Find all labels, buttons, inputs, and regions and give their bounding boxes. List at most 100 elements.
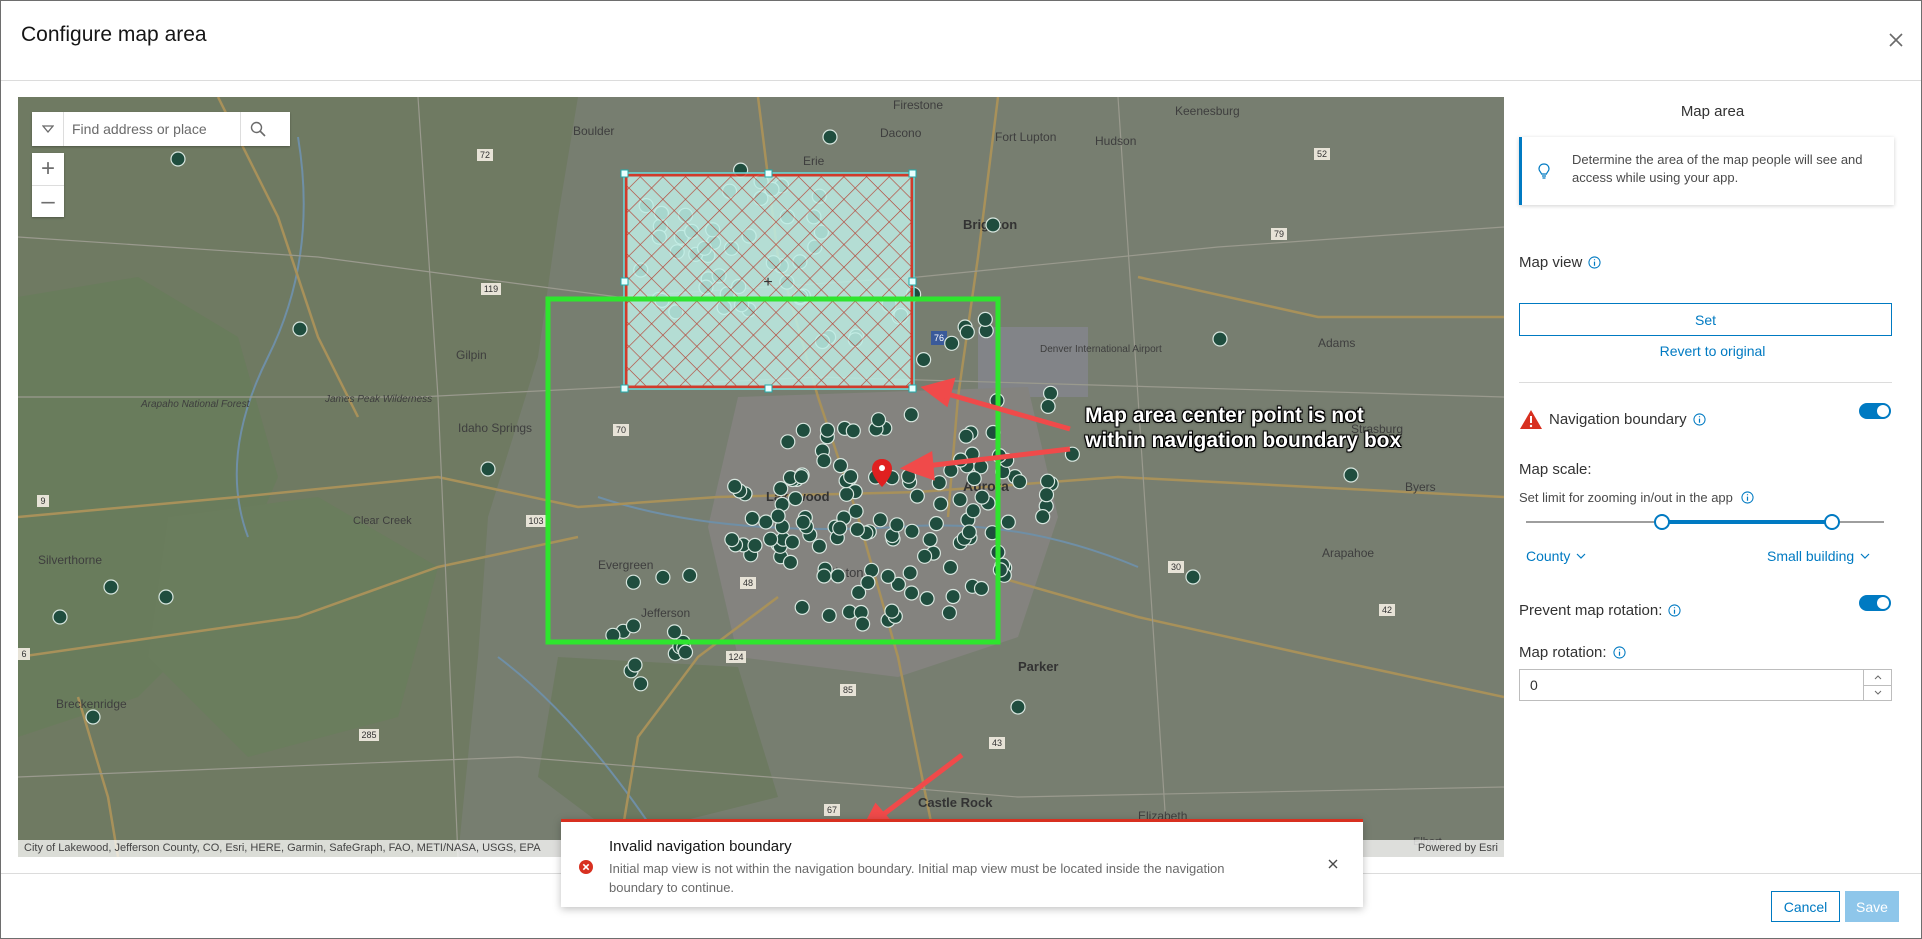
store-marker <box>773 481 789 497</box>
store-marker <box>832 458 849 474</box>
panel-title: Map area <box>1680 103 1745 120</box>
store-marker <box>747 537 763 553</box>
svg-text:Arapahoe: Arapahoe <box>1322 546 1374 560</box>
search-button[interactable] <box>240 112 274 146</box>
svg-text:119: 119 <box>484 284 498 294</box>
map-scale-hint: Set limit for zooming in/out in the app <box>1519 490 1754 505</box>
navigation-boundary-toggle[interactable] <box>1859 403 1891 419</box>
store-marker <box>965 503 981 519</box>
store-marker <box>916 548 933 564</box>
svg-text:Arapaho National Forest: Arapaho National Forest <box>140 399 251 410</box>
store-marker <box>292 321 308 337</box>
map-scale-label: Map scale: <box>1519 461 1592 478</box>
svg-text:103: 103 <box>528 516 543 526</box>
slider-min-thumb[interactable] <box>1654 514 1670 530</box>
slider-max-thumb[interactable] <box>1824 514 1840 530</box>
svg-text:9: 9 <box>40 496 45 506</box>
store-marker <box>889 517 905 533</box>
store-marker <box>870 412 887 428</box>
store-marker <box>821 607 837 624</box>
increment-button[interactable] <box>1864 670 1891 685</box>
zoom-in-button[interactable]: + <box>32 153 64 185</box>
warning-icon <box>1520 410 1542 429</box>
cancel-button[interactable]: Cancel <box>1771 891 1840 922</box>
decrement-button[interactable] <box>1864 684 1891 701</box>
svg-text:Fort Lupton: Fort Lupton <box>995 130 1056 144</box>
store-marker <box>933 496 949 512</box>
store-marker <box>633 676 649 692</box>
powered-by-text[interactable]: Powered by Esri <box>1418 842 1498 855</box>
map-rotation-input[interactable] <box>1520 670 1863 700</box>
close-icon[interactable] <box>1327 858 1339 870</box>
store-marker <box>902 565 918 581</box>
store-marker <box>922 532 938 548</box>
revert-to-original-link[interactable]: Revert to original <box>1504 343 1921 359</box>
store-marker <box>838 486 855 502</box>
chevron-down-icon <box>1860 553 1870 559</box>
map-view-label: Map view <box>1519 254 1601 271</box>
store-marker <box>1040 398 1056 414</box>
map-rotation-field <box>1519 669 1892 701</box>
info-icon[interactable] <box>1612 646 1626 659</box>
store-marker <box>904 523 920 539</box>
info-icon[interactable] <box>1668 604 1682 617</box>
svg-text:Keenesburg: Keenesburg <box>1175 104 1240 118</box>
svg-text:+: + <box>763 274 772 291</box>
store-marker <box>816 568 832 584</box>
search-icon <box>250 121 266 137</box>
search-source-dropdown[interactable] <box>32 112 64 146</box>
svg-text:285: 285 <box>361 730 376 740</box>
store-marker <box>860 574 876 591</box>
store-marker <box>966 470 982 487</box>
svg-text:Evergreen: Evergreen <box>598 558 653 572</box>
store-marker <box>872 512 888 528</box>
store-marker <box>795 422 811 438</box>
store-marker <box>682 567 698 583</box>
map-scale-slider[interactable] <box>1526 514 1884 530</box>
save-button[interactable]: Save <box>1845 891 1899 922</box>
store-marker <box>849 521 865 538</box>
chevron-up-icon <box>1874 675 1881 680</box>
map-area-panel: Map area Determine the area of the map p… <box>1504 81 1921 873</box>
store-marker <box>941 605 958 621</box>
svg-text:6: 6 <box>21 649 26 659</box>
map-canvas: Boulder Firestone Dacono Keenesburg Erie… <box>18 97 1504 857</box>
svg-text:Parker: Parker <box>1018 659 1058 674</box>
svg-text:Denver International Airport: Denver International Airport <box>1040 344 1162 355</box>
scale-max-dropdown[interactable]: Small building <box>1767 548 1870 564</box>
zoom-out-button[interactable]: – <box>32 185 64 217</box>
store-marker <box>1011 474 1028 490</box>
configure-map-area-dialog: Configure map area Boulder Firestone Dac… <box>0 0 1922 939</box>
store-marker <box>1343 467 1359 483</box>
store-marker <box>830 568 846 584</box>
store-marker <box>1042 385 1059 401</box>
map-view[interactable]: Boulder Firestone Dacono Keenesburg Erie… <box>18 97 1504 857</box>
info-icon[interactable] <box>1693 413 1706 426</box>
store-marker <box>85 709 101 725</box>
set-map-view-button[interactable]: Set <box>1519 303 1892 336</box>
svg-text:Clear Creek: Clear Creek <box>353 515 412 527</box>
prevent-rotation-toggle[interactable] <box>1859 595 1891 611</box>
store-marker <box>677 644 694 660</box>
store-marker <box>787 491 804 507</box>
store-marker <box>1010 699 1026 715</box>
svg-text:Silverthorne: Silverthorne <box>38 553 102 567</box>
info-icon[interactable] <box>1741 491 1754 504</box>
invalid-boundary-alert: Invalid navigation boundary Initial map … <box>561 819 1363 907</box>
store-marker <box>770 508 786 524</box>
search-input[interactable] <box>64 114 240 144</box>
store-marker <box>655 569 671 585</box>
svg-text:30: 30 <box>1171 562 1181 572</box>
scale-min-dropdown[interactable]: County <box>1526 548 1586 564</box>
svg-text:Adams: Adams <box>1318 336 1355 350</box>
store-marker <box>625 574 642 590</box>
svg-text:Boulder: Boulder <box>573 124 614 138</box>
store-marker <box>909 488 925 504</box>
store-marker <box>1212 331 1228 347</box>
info-icon[interactable] <box>1588 256 1601 269</box>
store-marker <box>854 616 871 632</box>
store-marker <box>780 434 796 450</box>
attribution-text: City of Lakewood, Jefferson County, CO, … <box>24 842 541 854</box>
store-marker <box>977 311 993 327</box>
close-icon[interactable] <box>1885 29 1907 51</box>
